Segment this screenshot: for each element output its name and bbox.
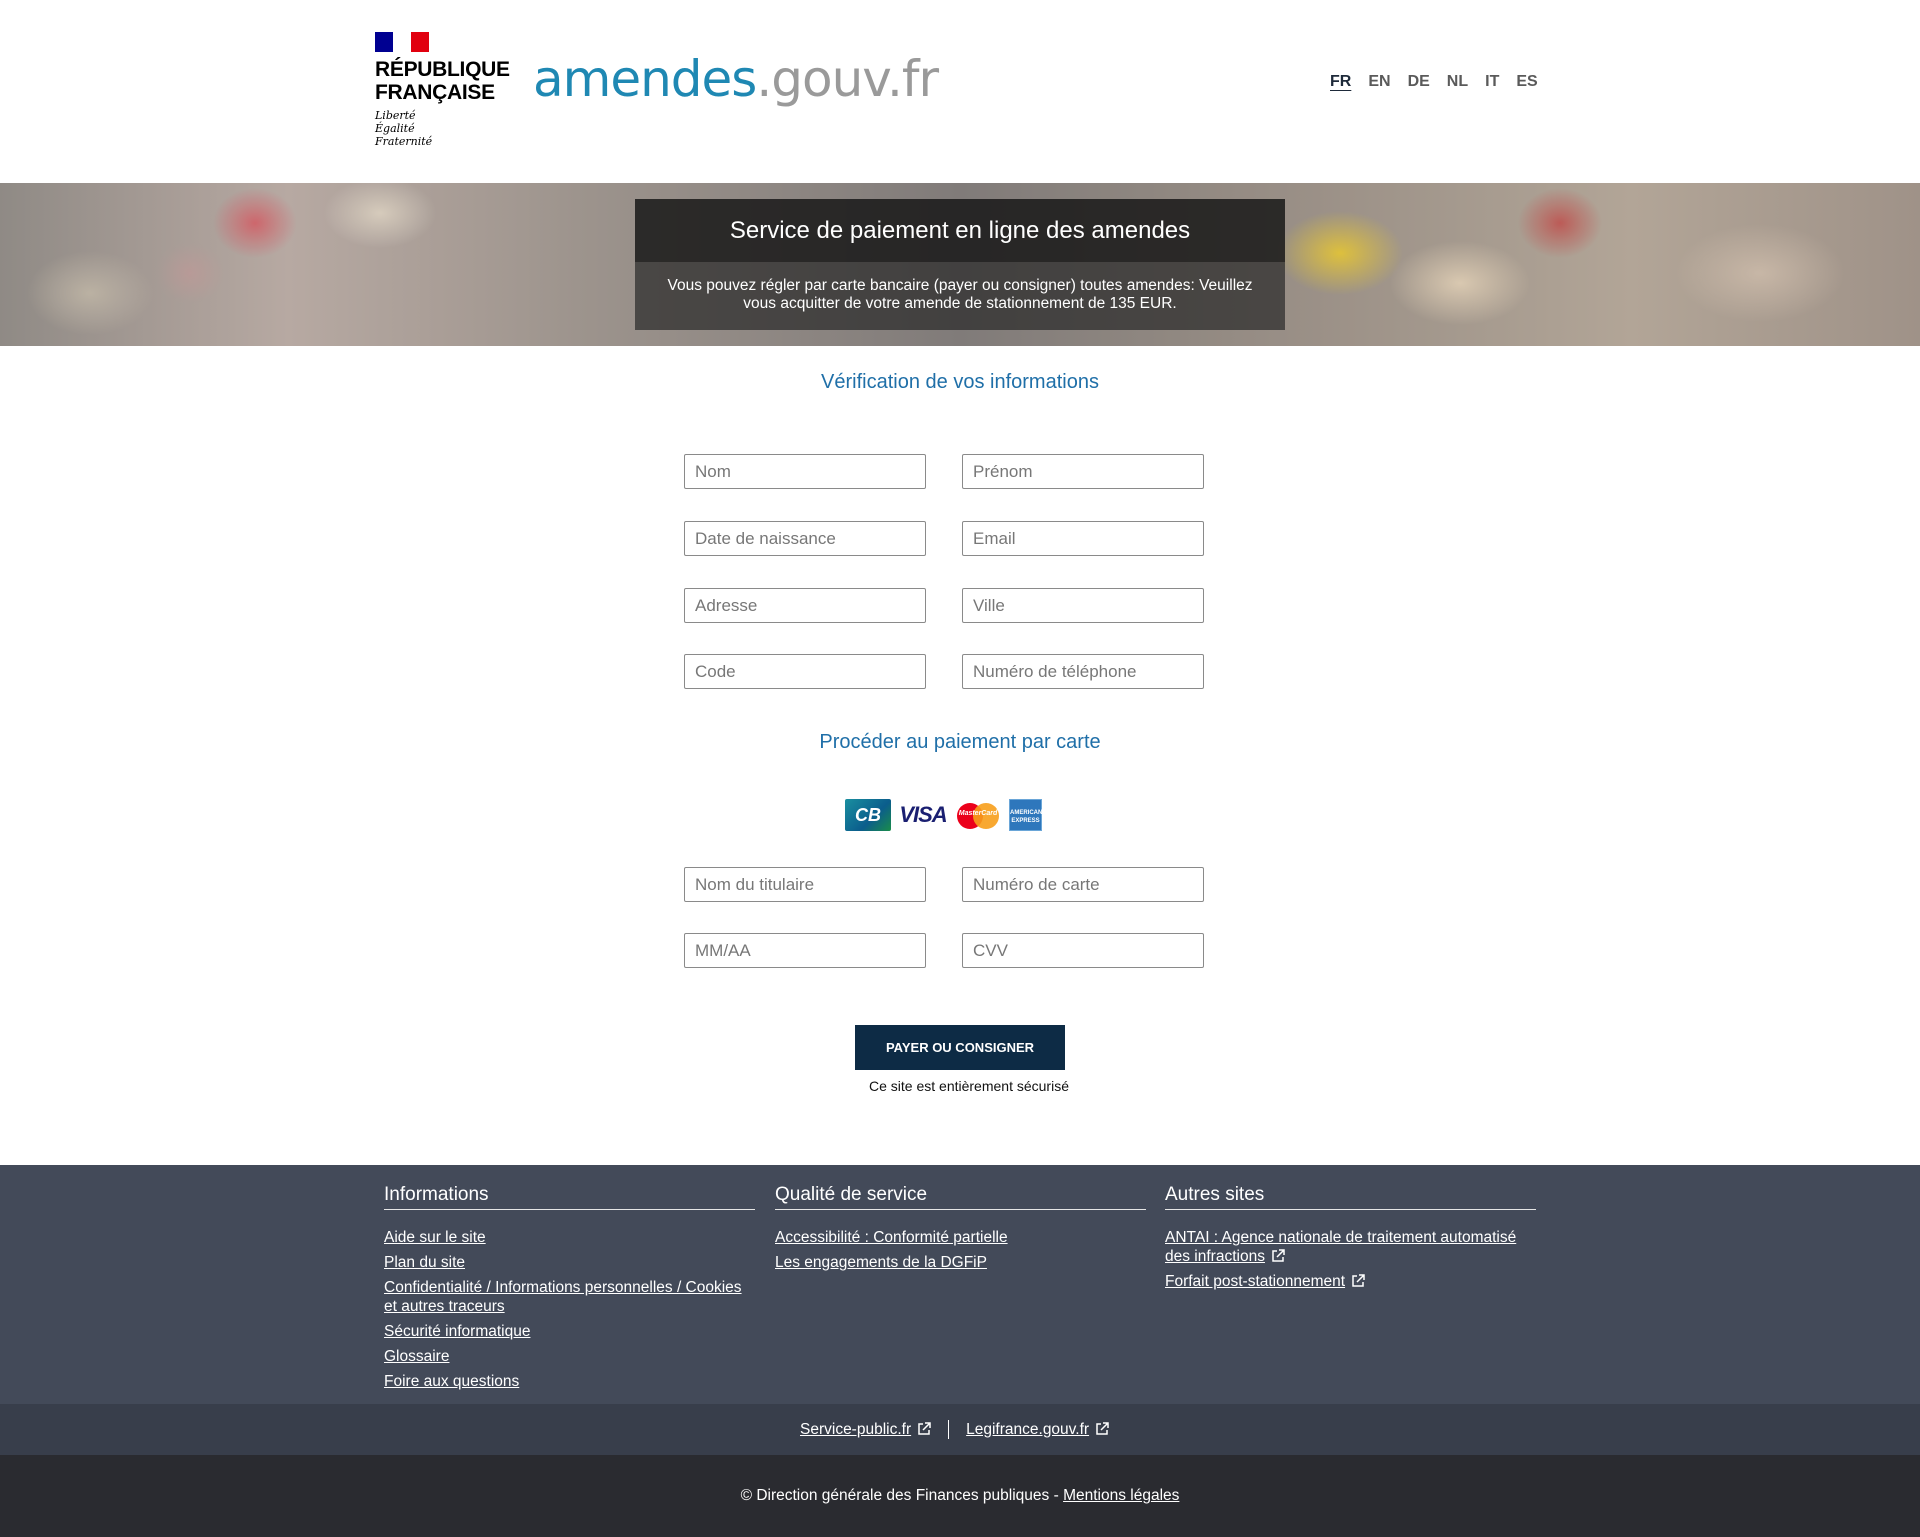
mastercard-icon: MasterCard [955, 799, 1001, 831]
language-selector: FR EN DE NL IT ES [1330, 73, 1555, 91]
payment-title: Procéder au paiement par carte [819, 731, 1101, 753]
footer-link-securite[interactable]: Sécurité informatique [384, 1322, 755, 1341]
code-input[interactable] [684, 654, 926, 689]
footer-link-antai[interactable]: ANTAI : Agence nationale de traitement a… [1165, 1228, 1536, 1266]
site-header: RÉPUBLIQUE FRANÇAISE Liberté Égalité Fra… [0, 0, 1920, 183]
footer-heading-autres: Autres sites [1165, 1184, 1536, 1210]
footer-copyright: © Direction générale des Finances publiq… [0, 1455, 1920, 1537]
lang-es[interactable]: ES [1516, 73, 1537, 91]
footer-link-aide[interactable]: Aide sur le site [384, 1228, 755, 1247]
copyright-text: © Direction générale des Finances publiq… [740, 1487, 1064, 1504]
legifrance-link[interactable]: Legifrance.gouv.fr [966, 1421, 1109, 1439]
pay-button[interactable]: PAYER OU CONSIGNER [855, 1025, 1065, 1070]
telephone-input[interactable] [962, 654, 1204, 689]
divider [948, 1420, 950, 1439]
nom-input[interactable] [684, 454, 926, 489]
french-flag-icon [375, 32, 429, 52]
footer-external-links: Service-public.fr Legifrance.gouv.fr [0, 1404, 1920, 1455]
titulaire-input[interactable] [684, 867, 926, 902]
visa-card-icon: VISA [899, 802, 947, 827]
rf-motto: Liberté Égalité Fraternité [375, 109, 433, 148]
lang-fr[interactable]: FR [1330, 73, 1351, 91]
mentions-legales-link[interactable]: Mentions légales [1063, 1487, 1179, 1504]
external-link-icon [918, 1421, 931, 1435]
service-public-link[interactable]: Service-public.fr [800, 1421, 931, 1439]
lang-nl[interactable]: NL [1447, 73, 1468, 91]
site-footer: Informations Aide sur le site Plan du si… [0, 1165, 1920, 1404]
email-input[interactable] [962, 521, 1204, 556]
rf-name: RÉPUBLIQUE FRANÇAISE [375, 58, 510, 104]
footer-col-qualite: Qualité de service Accessibilité : Confo… [775, 1184, 1146, 1278]
footer-heading-qualite: Qualité de service [775, 1184, 1146, 1210]
external-link-icon [1352, 1274, 1365, 1287]
footer-link-accessibilite[interactable]: Accessibilité : Conformité partielle [775, 1228, 1146, 1247]
site-title[interactable]: amendes.gouv.fr [533, 50, 939, 108]
verification-title: Vérification de vos informations [821, 371, 1099, 393]
footer-col-informations: Informations Aide sur le site Plan du si… [384, 1184, 755, 1397]
ville-input[interactable] [962, 588, 1204, 623]
expiry-input[interactable] [684, 933, 926, 968]
footer-link-fps[interactable]: Forfait post-stationnement [1165, 1272, 1536, 1291]
adresse-input[interactable] [684, 588, 926, 623]
footer-heading-informations: Informations [384, 1184, 755, 1210]
banner-box: Service de paiement en ligne des amendes… [635, 199, 1285, 330]
footer-link-confidentialite[interactable]: Confidentialité / Informations personnel… [384, 1278, 755, 1316]
lang-de[interactable]: DE [1408, 73, 1430, 91]
footer-link-plan[interactable]: Plan du site [384, 1253, 755, 1272]
numero-carte-input[interactable] [962, 867, 1204, 902]
external-link-icon [1096, 1421, 1109, 1435]
lang-en[interactable]: EN [1368, 73, 1390, 91]
cb-card-icon: CB [845, 799, 891, 831]
lang-it[interactable]: IT [1485, 73, 1499, 91]
footer-link-faq[interactable]: Foire aux questions [384, 1372, 755, 1391]
banner-text: Vous pouvez régler par carte bancaire (p… [635, 262, 1285, 330]
banner-title: Service de paiement en ligne des amendes [635, 199, 1285, 262]
amex-card-icon: AMERICAN EXPRESS [1009, 799, 1042, 831]
date-naissance-input[interactable] [684, 521, 926, 556]
secure-notice: Ce site est entièrement sécurisé [869, 1078, 1069, 1094]
footer-link-engagements[interactable]: Les engagements de la DGFiP [775, 1253, 1146, 1272]
footer-link-glossaire[interactable]: Glossaire [384, 1347, 755, 1366]
footer-col-autres: Autres sites ANTAI : Agence nationale de… [1165, 1184, 1536, 1297]
prenom-input[interactable] [962, 454, 1204, 489]
cvv-input[interactable] [962, 933, 1204, 968]
card-logos: CB VISA MasterCard AMERICAN EXPRESS [845, 799, 1042, 831]
republique-francaise-logo[interactable]: RÉPUBLIQUE FRANÇAISE Liberté Égalité Fra… [375, 32, 510, 148]
external-link-icon [1272, 1249, 1285, 1262]
